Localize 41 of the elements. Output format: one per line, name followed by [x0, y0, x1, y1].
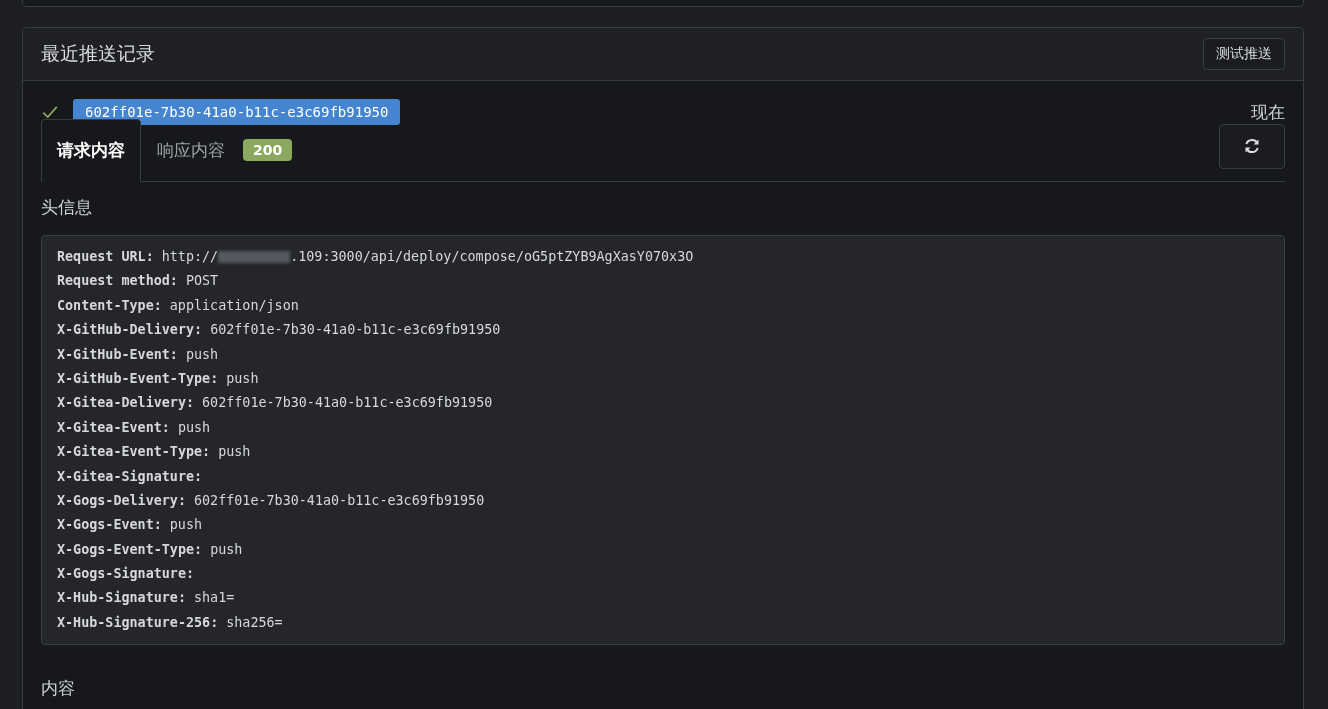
header-name: X-Gitea-Event-Type:: [57, 443, 211, 462]
section-title: 头信息: [41, 196, 93, 219]
refresh-button[interactable]: [1219, 123, 1285, 169]
header-value: POST: [185, 272, 219, 291]
header-name: X-Gogs-Delivery:: [57, 491, 186, 510]
header-name: X-GitHub-Delivery:: [57, 321, 203, 340]
header-name: X-Gitea-Signature:: [57, 467, 203, 486]
header-name: Request method:: [57, 272, 178, 291]
delivery-time: 现在: [1251, 100, 1285, 124]
header-name: X-Gitea-Event:: [57, 418, 170, 437]
header-value: application/json: [169, 296, 299, 315]
header-value: http://: [161, 248, 219, 266]
header-value: .109:3000/api/deploy/compose/oG5ptZYB9AgXasY070x3O: [290, 248, 694, 266]
header-value: push: [177, 418, 211, 437]
section-title: 内容: [41, 677, 76, 701]
header-value: 602ff01e-7b30-41a0-b11c-e3c69fb91950: [194, 491, 485, 510]
header-value: push: [185, 345, 219, 364]
test-push-button[interactable]: 测试推送: [1203, 38, 1285, 70]
header-value: sha256=: [226, 613, 283, 632]
refresh-icon: [1242, 136, 1262, 156]
header-name: X-Gogs-Event-Type:: [57, 540, 203, 559]
header-name: X-Hub-Signature:: [57, 589, 186, 608]
header-value: 602ff01e-7b30-41a0-b11c-e3c69fb91950: [210, 321, 501, 340]
header-value: push: [169, 516, 203, 535]
header-name: X-Gogs-Event:: [57, 516, 162, 535]
header-name: X-Gitea-Delivery:: [57, 394, 195, 413]
header-value: sha1=: [194, 589, 235, 608]
header-name: X-GitHub-Event:: [57, 345, 178, 364]
card-title: 最近推送记录: [41, 41, 155, 66]
tab[interactable]: 请求内容: [41, 119, 141, 182]
header-name: X-GitHub-Event-Type:: [57, 369, 219, 388]
header-name: X-Gogs-Signature:: [57, 565, 195, 584]
header-name: Request URL:: [57, 248, 154, 266]
status-badge: 200: [243, 139, 293, 161]
delivery-id-label: 602ff01e-7b30-41a0-b11c-e3c69fb91950: [73, 99, 401, 125]
header-name: Content-Type:: [57, 296, 162, 315]
header-value: push: [226, 369, 259, 388]
header-value: 602ff01e-7b30-41a0-b11c-e3c69fb91950: [202, 394, 493, 413]
header-value: push: [210, 540, 243, 559]
header-value: push: [218, 443, 251, 462]
header-name: X-Hub-Signature-256:: [57, 613, 219, 632]
